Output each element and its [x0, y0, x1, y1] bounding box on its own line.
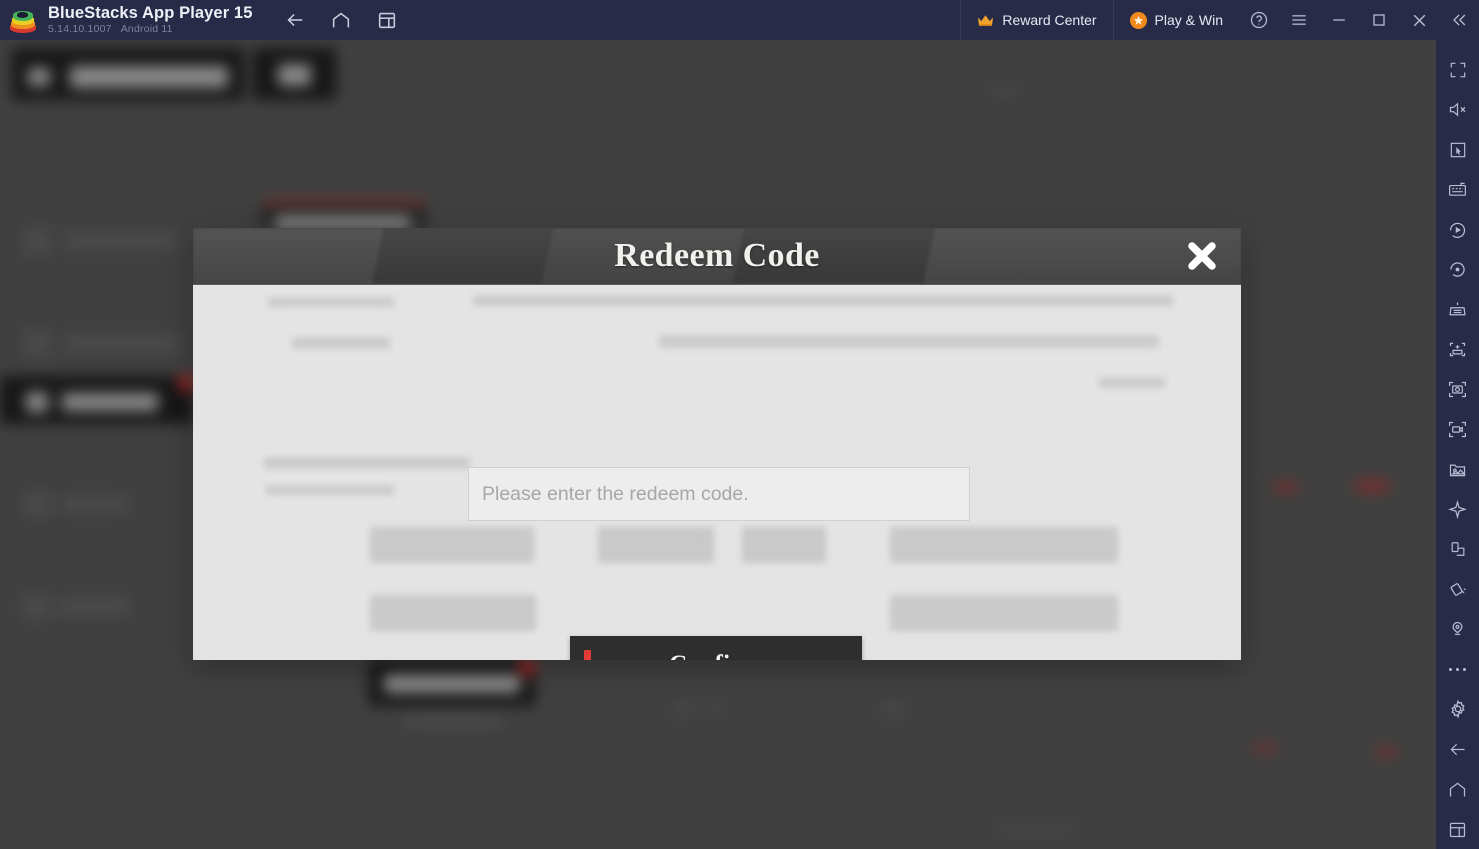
dialog-header: Redeem Code [193, 228, 1241, 285]
speaker-mute-icon[interactable] [1436, 90, 1479, 130]
redeem-code-input[interactable] [468, 467, 970, 521]
shake-device-icon[interactable] [1436, 569, 1479, 609]
star-badge-icon [1129, 11, 1147, 29]
minimize-icon[interactable] [1319, 0, 1359, 40]
location-pin-icon[interactable] [1436, 609, 1479, 649]
android-version: Android 11 [120, 23, 173, 36]
keyboard-controls-icon[interactable] [1436, 170, 1479, 210]
help-circle-icon[interactable] [1239, 0, 1279, 40]
airplane-icon[interactable] [1436, 489, 1479, 529]
reward-center-label: Reward Center [1002, 12, 1097, 28]
fullscreen-icon[interactable] [1436, 50, 1479, 90]
rotate-screen-icon[interactable] [1436, 529, 1479, 569]
app-title: BlueStacks App Player 15 [48, 3, 253, 22]
play-and-win-label: Play & Win [1154, 12, 1223, 28]
video-record-icon[interactable] [1436, 410, 1479, 450]
hamburger-menu-icon[interactable] [1279, 0, 1319, 40]
play-circle-icon[interactable] [1436, 210, 1479, 250]
chevron-double-left-icon[interactable] [1439, 0, 1479, 40]
gallery-icon[interactable] [1436, 450, 1479, 490]
confirm-button-label: Confirm [669, 651, 763, 661]
maximize-icon[interactable] [1359, 0, 1399, 40]
rotate-record-icon[interactable] [1436, 250, 1479, 290]
arrow-left-icon[interactable] [282, 7, 308, 33]
titlebar: BlueStacks App Player 15 5.14.10.1007 And… [0, 0, 1479, 40]
instance-manager-icon[interactable] [374, 7, 400, 33]
reward-center-button[interactable]: Reward Center [960, 0, 1112, 40]
crown-icon [977, 14, 994, 27]
app-window: Redeem Code Please enter the redeem code… [0, 0, 1479, 849]
cursor-pointer-icon[interactable] [1436, 130, 1479, 170]
play-and-win-button[interactable]: Play & Win [1112, 0, 1239, 40]
emulator-sidebar [1436, 40, 1479, 849]
nav-buttons [282, 7, 400, 33]
apk-install-icon[interactable] [1436, 330, 1479, 370]
dialog-body: Confirm [193, 285, 1241, 660]
app-title-block: BlueStacks App Player 15 5.14.10.1007 And… [48, 3, 253, 35]
titlebar-right: Reward Center Play & Win [960, 0, 1479, 40]
more-dots-icon[interactable] [1436, 649, 1479, 689]
gear-icon[interactable] [1436, 689, 1479, 729]
redeem-code-dialog: Redeem Code Please enter the redeem code… [193, 228, 1241, 660]
sync-instance-icon[interactable] [1436, 290, 1479, 330]
dialog-title: Redeem Code [614, 237, 820, 274]
window-buttons [1239, 0, 1479, 40]
app-version-block: 5.14.10.1007 Android 11 [48, 24, 252, 35]
app-version: 5.14.10.1007 [48, 23, 112, 36]
home-icon[interactable] [328, 7, 354, 33]
close-icon[interactable] [1399, 0, 1439, 40]
recent-apps-icon[interactable] [1436, 809, 1479, 849]
arrow-left-icon[interactable] [1436, 729, 1479, 769]
bluestacks-logo [10, 7, 36, 33]
close-x-icon[interactable] [1180, 234, 1224, 278]
camera-icon[interactable] [1436, 370, 1479, 410]
home-icon[interactable] [1436, 769, 1479, 809]
confirm-button[interactable]: Confirm [570, 636, 862, 660]
